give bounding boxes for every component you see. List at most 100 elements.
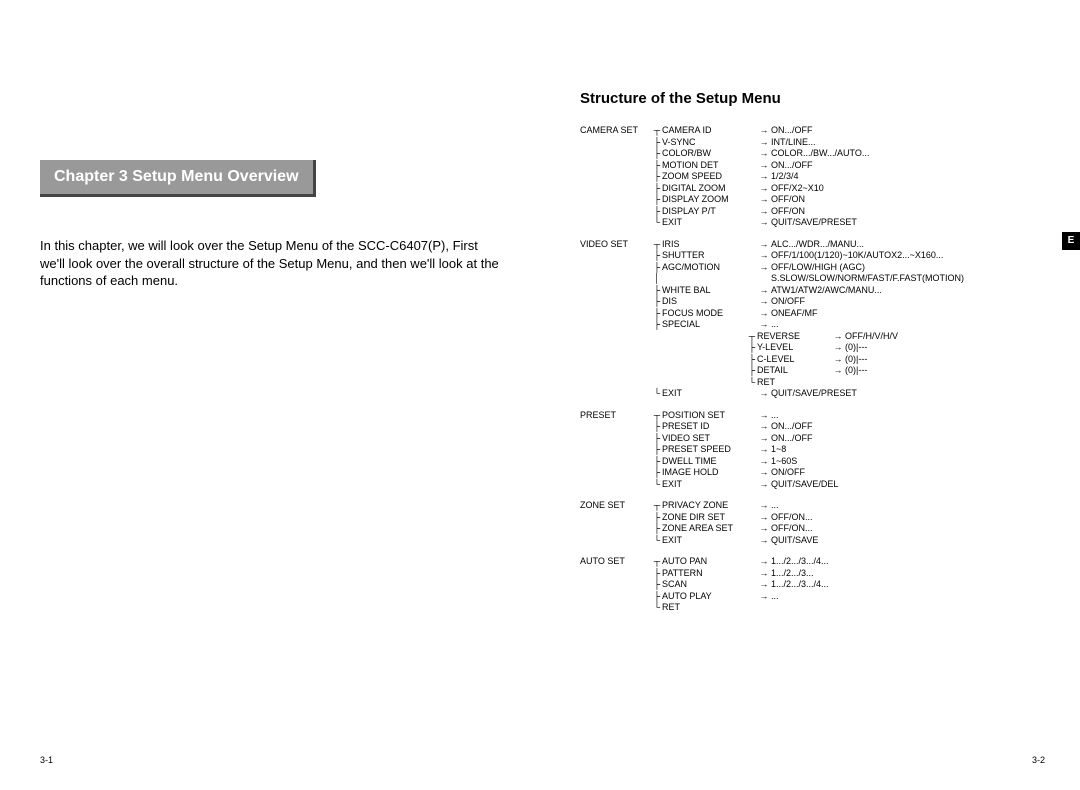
menu-section: VIDEO SET┬IRIS→ALC.../WDR.../MANU...├SHU… [580, 239, 1040, 400]
menu-item-label: PRESET SPEED [662, 444, 757, 455]
menu-item-value: ... [771, 500, 779, 511]
menu-row: ├ZONE DIR SET→OFF/ON... [580, 512, 1040, 524]
arrow-icon: → [757, 535, 771, 546]
arrow-icon: → [831, 331, 845, 342]
menu-item-label: DISPLAY ZOOM [662, 194, 757, 205]
tree-connector-icon: ├ [747, 342, 757, 353]
menu-item-label: CAMERA ID [662, 125, 757, 136]
menu-item-value: 1.../2.../3.../4... [771, 556, 829, 567]
tree-connector-icon: ├ [652, 160, 662, 171]
tree-connector-icon: ├ [652, 206, 662, 217]
arrow-icon: → [757, 467, 771, 478]
menu-item-label: MOTION DET [662, 160, 757, 171]
menu-item-value: OFF/ON... [771, 523, 813, 534]
menu-row: ├DISPLAY P/T→OFF/ON [580, 206, 1040, 218]
arrow-icon: → [757, 591, 771, 602]
menu-sub-row: └RET [580, 377, 1040, 389]
menu-row: ├FOCUS MODE→ONEAF/MF [580, 308, 1040, 320]
menu-item-label: DIS [662, 296, 757, 307]
tree-connector-icon: ├ [747, 365, 757, 376]
menu-row: ├IMAGE HOLD→ON/OFF [580, 467, 1040, 479]
arrow-icon: → [757, 579, 771, 590]
menu-item-value: ON.../OFF [771, 125, 813, 136]
tree-connector-icon: ┬ [652, 556, 662, 567]
menu-item-value: ONEAF/MF [771, 308, 818, 319]
menu-section: CAMERA SET┬CAMERA ID→ON.../OFF├V-SYNC→IN… [580, 125, 1040, 229]
menu-item-label: IRIS [662, 239, 757, 250]
arrow-icon: → [831, 342, 845, 353]
menu-item-value: OFF/X2~X10 [771, 183, 824, 194]
menu-item-value: 1~8 [771, 444, 786, 455]
menu-item-label: IMAGE HOLD [662, 467, 757, 478]
tree-connector-icon: └ [747, 377, 757, 388]
menu-item-value: (0)|--- [845, 365, 867, 376]
menu-row: └EXIT→QUIT/SAVE/PRESET [580, 388, 1040, 400]
language-tab: E [1062, 232, 1080, 250]
menu-section-label: ZONE SET [580, 500, 652, 511]
menu-row: └EXIT→QUIT/SAVE/PRESET [580, 217, 1040, 229]
menu-row: ├AGC/MOTION→OFF/LOW/HIGH (AGC) [580, 262, 1040, 274]
arrow-icon: → [757, 137, 771, 148]
menu-item-label: SHUTTER [662, 250, 757, 261]
menu-row: CAMERA SET┬CAMERA ID→ON.../OFF [580, 125, 1040, 137]
menu-item-label: Y-LEVEL [757, 342, 831, 353]
menu-item-label: PRIVACY ZONE [662, 500, 757, 511]
menu-row: ├WHITE BAL→ATW1/ATW2/AWC/MANU... [580, 285, 1040, 297]
menu-item-label: ZONE DIR SET [662, 512, 757, 523]
arrow-icon: → [757, 410, 771, 421]
tree-connector-icon: ├ [652, 591, 662, 602]
menu-item-value: (0)|--- [845, 342, 867, 353]
menu-item-value: ... [771, 319, 779, 330]
menu-item-label: DISPLAY P/T [662, 206, 757, 217]
menu-item-value: QUIT/SAVE/DEL [771, 479, 838, 490]
tree-connector-icon: └ [652, 602, 662, 613]
menu-item-label: RET [662, 602, 757, 613]
arrow-icon: → [757, 262, 771, 273]
menu-row: └RET [580, 602, 1040, 614]
tree-connector-icon: ├ [652, 512, 662, 523]
tree-connector-icon: └ [652, 217, 662, 228]
menu-item-value: OFF/H/V/H/V [845, 331, 898, 342]
menu-row: ├SHUTTER→OFF/1/100(1/120)~10K/AUTOX2...~… [580, 250, 1040, 262]
tree-connector-icon: ├ [747, 354, 757, 365]
arrow-icon: → [757, 183, 771, 194]
arrow-icon: → [757, 556, 771, 567]
tree-connector-icon: ├ [652, 319, 662, 330]
tree-connector-icon: ├ [652, 579, 662, 590]
menu-row: ├COLOR/BW→COLOR.../BW.../AUTO... [580, 148, 1040, 160]
tree-connector-icon: ├ [652, 171, 662, 182]
tree-connector-icon: ┬ [747, 331, 757, 342]
menu-item-label: SPECIAL [662, 319, 757, 330]
menu-row: ├SCAN→1.../2.../3.../4... [580, 579, 1040, 591]
menu-section: ZONE SET┬PRIVACY ZONE→...├ZONE DIR SET→O… [580, 500, 1040, 546]
arrow-icon: → [757, 217, 771, 228]
tree-connector-icon: ├ [652, 456, 662, 467]
menu-item-label: SCAN [662, 579, 757, 590]
menu-sub-row: ┬REVERSE→OFF/H/V/H/V [580, 331, 1040, 343]
arrow-icon: → [757, 125, 771, 136]
menu-row: ├ZOOM SPEED→1/2/3/4 [580, 171, 1040, 183]
menu-item-label: PRESET ID [662, 421, 757, 432]
tree-connector-icon: ├ [652, 523, 662, 534]
arrow-icon: → [757, 194, 771, 205]
tree-connector-icon: └ [652, 479, 662, 490]
menu-row: ├MOTION DET→ON.../OFF [580, 160, 1040, 172]
left-page: Chapter 3 Setup Menu Overview In this ch… [0, 0, 540, 790]
menu-row: PRESET┬POSITION SET→... [580, 410, 1040, 422]
menu-sub-section: ┬REVERSE→OFF/H/V/H/V├Y-LEVEL→(0)|---├C-L… [580, 331, 1040, 389]
menu-row: ├AUTO PLAY→... [580, 591, 1040, 603]
menu-section: AUTO SET┬AUTO PAN→1.../2.../3.../4...├PA… [580, 556, 1040, 614]
menu-item-value: INT/LINE... [771, 137, 816, 148]
menu-item-label: POSITION SET [662, 410, 757, 421]
menu-item-value: (0)|--- [845, 354, 867, 365]
arrow-icon: → [757, 308, 771, 319]
menu-item-value: 1.../2.../3... [771, 568, 814, 579]
tree-connector-icon: ├ [652, 296, 662, 307]
menu-section: PRESET┬POSITION SET→...├PRESET ID→ON.../… [580, 410, 1040, 491]
right-page: Structure of the Setup Menu E CAMERA SET… [540, 0, 1080, 790]
tree-connector-icon: ├ [652, 250, 662, 261]
arrow-icon: → [757, 388, 771, 399]
menu-item-label: ZOOM SPEED [662, 171, 757, 182]
arrow-icon: → [757, 239, 771, 250]
arrow-icon: → [757, 500, 771, 511]
